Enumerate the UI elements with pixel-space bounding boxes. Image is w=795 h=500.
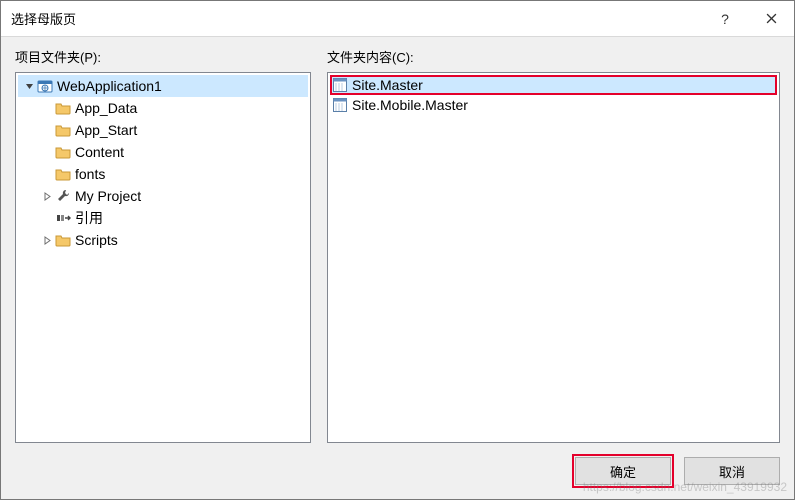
project-folder-panel: 项目文件夹(P): WebApplication1 App_Data App_Sta… (15, 47, 311, 443)
folder-icon (55, 144, 71, 160)
close-icon (766, 13, 777, 24)
help-button[interactable]: ? (702, 1, 748, 37)
tree-item-app-start[interactable]: App_Start (18, 119, 308, 141)
master-page-icon (332, 97, 348, 113)
window-title: 选择母版页 (11, 9, 702, 28)
tree-item-label: 引用 (75, 208, 103, 228)
tree-item-label: App_Start (75, 122, 137, 138)
tree-item-app-data[interactable]: App_Data (18, 97, 308, 119)
tree-item-label: App_Data (75, 100, 137, 116)
project-folder-label: 项目文件夹(P): (15, 47, 311, 66)
dialog-body: 项目文件夹(P): WebApplication1 App_Data App_Sta… (1, 37, 794, 443)
tree-item-label: Content (75, 144, 124, 160)
ref-icon (55, 210, 71, 226)
close-button[interactable] (748, 1, 794, 37)
tree-item-webapplication1[interactable]: WebApplication1 (18, 75, 308, 97)
tree-item-my-project[interactable]: My Project (18, 185, 308, 207)
titlebar: 选择母版页 ? (1, 1, 794, 37)
help-icon: ? (721, 11, 729, 27)
folder-contents-panel: 文件夹内容(C): Site.Master Site.Mobile.Master (327, 47, 780, 443)
cancel-button[interactable]: 取消 (684, 457, 780, 485)
folder-icon (55, 122, 71, 138)
web-icon (37, 78, 53, 94)
project-folder-tree[interactable]: WebApplication1 App_Data App_Start Content f… (15, 72, 311, 443)
tree-item-label: My Project (75, 188, 141, 204)
tree-item-label: WebApplication1 (57, 78, 162, 94)
ok-button[interactable]: 确定 (575, 457, 671, 485)
ok-button-highlight: 确定 (572, 454, 674, 488)
list-item-label: Site.Master (352, 77, 423, 93)
list-item-site-mobile-master[interactable]: Site.Mobile.Master (330, 95, 777, 115)
dialog-window: 选择母版页 ? 项目文件夹(P): WebApplication1 App_Dat… (0, 0, 795, 500)
tree-item-label: Scripts (75, 232, 118, 248)
dialog-footer: 确定 取消 (1, 443, 794, 499)
tree-item-fonts[interactable]: fonts (18, 163, 308, 185)
tree-item-scripts[interactable]: Scripts (18, 229, 308, 251)
tree-item-content[interactable]: Content (18, 141, 308, 163)
expander-icon[interactable] (22, 79, 36, 93)
folder-contents-label: 文件夹内容(C): (327, 47, 780, 66)
list-item-label: Site.Mobile.Master (352, 97, 468, 113)
tree-item--[interactable]: 引用 (18, 207, 308, 229)
tree-item-label: fonts (75, 166, 105, 182)
folder-icon (55, 232, 71, 248)
folder-contents-list[interactable]: Site.Master Site.Mobile.Master (327, 72, 780, 443)
list-item-site-master[interactable]: Site.Master (330, 75, 777, 95)
folder-icon (55, 100, 71, 116)
wrench-icon (55, 188, 71, 204)
master-page-icon (332, 77, 348, 93)
folder-icon (55, 166, 71, 182)
expander-icon[interactable] (40, 233, 54, 247)
expander-icon[interactable] (40, 189, 54, 203)
